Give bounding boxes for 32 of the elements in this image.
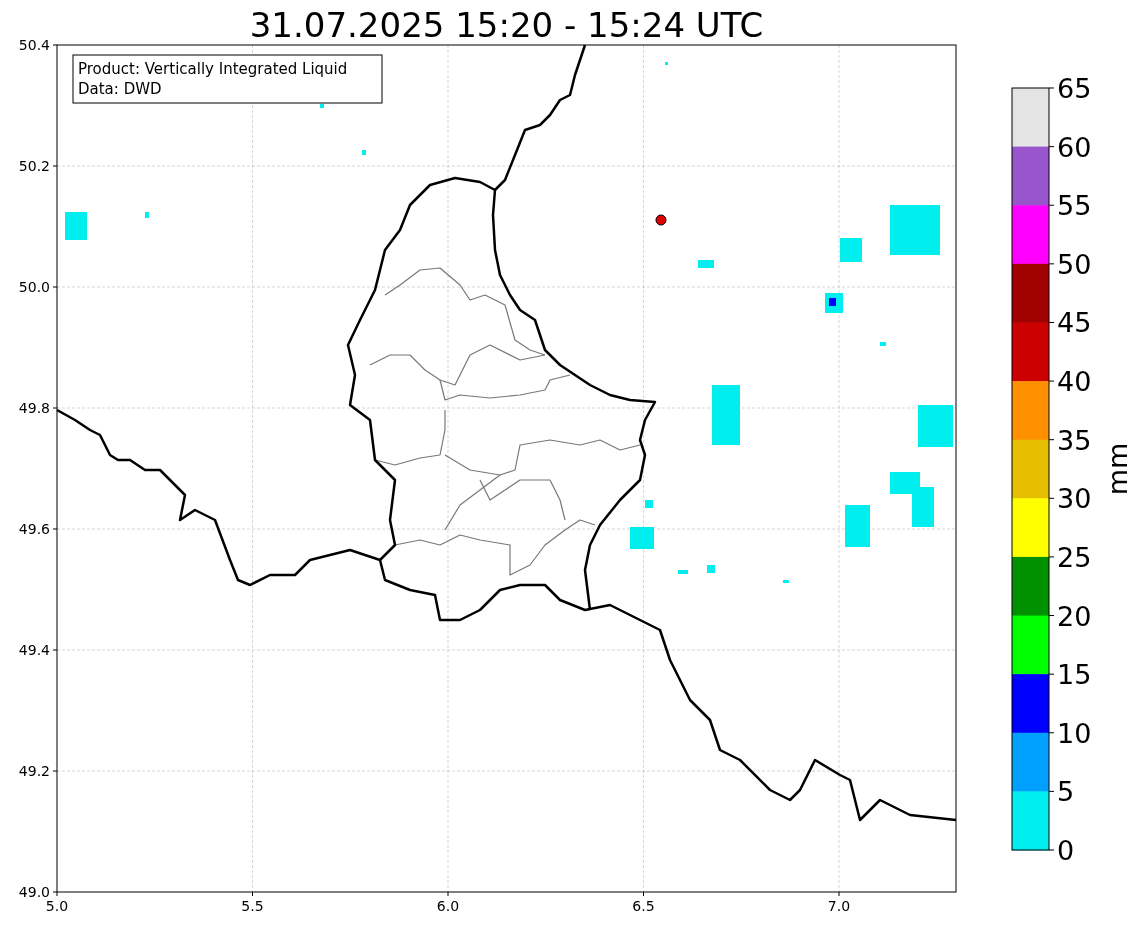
y-tick-label: 49.0 xyxy=(18,884,50,900)
colorbar-tick-label: 0 xyxy=(1057,835,1075,866)
colorbar-tick-label: 65 xyxy=(1057,73,1092,104)
info-text: Product: Vertically Integrated Liquid xyxy=(78,60,348,78)
x-tick-label: 6.0 xyxy=(436,898,460,914)
x-tick-label: 5.5 xyxy=(241,898,264,914)
y-tick-label: 50.4 xyxy=(18,37,50,53)
colorbar-tick-label: 60 xyxy=(1057,131,1092,163)
y-tick-label: 49.2 xyxy=(18,763,50,779)
y-tick-label: 50.2 xyxy=(18,158,50,174)
colorbar-tick-label: 20 xyxy=(1057,600,1092,632)
x-tick-label: 5.0 xyxy=(45,898,69,914)
colorbar-tick-label: 10 xyxy=(1057,717,1092,749)
plot-title: 31.07.2025 15:20 - 15:24 UTC xyxy=(248,4,765,46)
y-tick-label: 50.0 xyxy=(18,279,50,295)
colorbar-tick-label: 15 xyxy=(1057,659,1092,691)
x-tick-label: 7.0 xyxy=(827,898,851,914)
colorbar-tick-label: 40 xyxy=(1057,366,1092,398)
colorbar-label: mm xyxy=(1102,442,1133,496)
colorbar-tick-label: 25 xyxy=(1057,541,1092,573)
y-tick-label: 49.4 xyxy=(18,642,50,658)
x-tick-label: 6.5 xyxy=(632,898,655,914)
colorbar-tick-label: 5 xyxy=(1057,776,1075,808)
colorbar-tick-label: 55 xyxy=(1057,190,1092,222)
colorbar-tick-label: 30 xyxy=(1057,483,1092,515)
colorbar-tick-label: 50 xyxy=(1057,248,1092,280)
location-marker xyxy=(655,214,667,226)
info-text: Data: DWD xyxy=(78,80,162,98)
y-tick-label: 49.8 xyxy=(18,400,50,416)
y-tick-label: 49.6 xyxy=(18,521,50,537)
colorbar-tick-label: 35 xyxy=(1057,424,1092,456)
colorbar-tick-label: 45 xyxy=(1057,307,1092,339)
